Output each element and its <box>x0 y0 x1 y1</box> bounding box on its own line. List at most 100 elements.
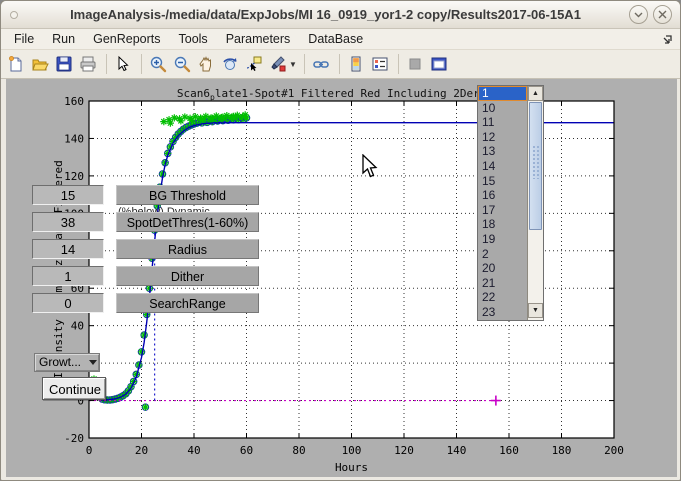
zoom-out-icon <box>173 55 191 73</box>
toolbar: ▼ <box>1 50 680 79</box>
svg-text:160: 160 <box>64 95 84 108</box>
list-item[interactable]: 1 <box>478 86 527 101</box>
list-item[interactable]: 21 <box>478 276 527 291</box>
printer-icon <box>79 55 97 73</box>
list-item[interactable]: 16 <box>478 188 527 203</box>
legend-icon <box>371 55 389 73</box>
svg-text:140: 140 <box>447 444 467 457</box>
searchrange-button[interactable]: SearchRange <box>116 293 259 313</box>
pointer-tool-button[interactable] <box>112 52 136 76</box>
svg-text:120: 120 <box>64 170 84 183</box>
scrollbar-thumb[interactable] <box>529 102 542 230</box>
dither-input[interactable] <box>32 266 104 286</box>
menu-file[interactable]: File <box>5 30 43 48</box>
radius-input[interactable] <box>32 239 104 259</box>
list-item[interactable]: 19 <box>478 232 527 247</box>
pan-tool-button[interactable] <box>195 52 219 76</box>
zoom-in-icon <box>149 55 167 73</box>
menubar: File Run GenReports Tools Parameters Dat… <box>1 29 680 50</box>
new-file-icon <box>7 55 25 73</box>
continue-button[interactable]: Continue <box>42 377 106 400</box>
svg-text:180: 180 <box>552 444 572 457</box>
dock-figure-button[interactable] <box>428 52 452 76</box>
list-item[interactable]: 12 <box>478 130 527 145</box>
toolbar-separator <box>106 54 107 74</box>
svg-text:-20: -20 <box>64 432 84 445</box>
svg-text:60: 60 <box>240 444 253 457</box>
menu-parameters[interactable]: Parameters <box>217 30 300 48</box>
app-window: ImageAnalysis-/media/data/ExpJobs/MI 16_… <box>0 0 681 481</box>
menu-undock-arrow[interactable] <box>662 33 674 45</box>
toolbar-separator <box>339 54 340 74</box>
list-item[interactable]: 17 <box>478 203 527 218</box>
window-icon <box>10 11 18 19</box>
list-item[interactable]: 15 <box>478 174 527 189</box>
growth-mode-dropdown[interactable]: Growt... <box>34 353 100 372</box>
close-button[interactable] <box>653 5 672 24</box>
dither-button[interactable]: Dither <box>116 266 259 286</box>
spotdetthres-button[interactable]: SpotDetThres(1-60%) <box>116 212 259 232</box>
open-file-button[interactable] <box>29 52 53 76</box>
bg-threshold-input[interactable] <box>32 185 104 205</box>
minimize-button[interactable] <box>629 5 648 24</box>
spotdetthres-input[interactable] <box>32 212 104 232</box>
zoom-in-button[interactable] <box>147 52 171 76</box>
menu-database[interactable]: DataBase <box>299 30 372 48</box>
link-plots-button[interactable] <box>310 52 334 76</box>
list-item[interactable]: 22 <box>478 290 527 305</box>
data-cursor-button[interactable] <box>243 52 267 76</box>
menu-tools[interactable]: Tools <box>170 30 217 48</box>
link-icon <box>312 55 330 73</box>
mouse-cursor-icon <box>361 154 379 180</box>
list-item[interactable]: 2 <box>478 247 527 262</box>
growth-mode-label: Growt... <box>39 355 81 369</box>
svg-text:120: 120 <box>394 444 414 457</box>
growth-curve-plot[interactable]: 020406080100120140160180200-200204060801… <box>6 79 677 477</box>
print-figure-button[interactable] <box>77 52 101 76</box>
menu-run[interactable]: Run <box>43 30 84 48</box>
svg-text:Hours: Hours <box>335 461 368 474</box>
colorbar-icon <box>347 55 365 73</box>
zoom-out-button[interactable] <box>171 52 195 76</box>
datatip-icon <box>245 55 263 73</box>
save-figure-button[interactable] <box>53 52 77 76</box>
dropdown-scrollbar[interactable]: ▲ ▼ <box>527 86 543 320</box>
titlebar: ImageAnalysis-/media/data/ExpJobs/MI 16_… <box>1 1 680 29</box>
svg-text:160: 160 <box>499 444 519 457</box>
rotate-3d-button[interactable] <box>219 52 243 76</box>
hand-icon <box>197 55 215 73</box>
pointer-icon <box>114 55 132 73</box>
new-file-button[interactable] <box>5 52 29 76</box>
menu-genreports[interactable]: GenReports <box>84 30 169 48</box>
list-item[interactable]: 11 <box>478 115 527 130</box>
bg-threshold-button[interactable]: BG Threshold <box>116 185 259 205</box>
svg-text:20: 20 <box>135 444 148 457</box>
radius-button[interactable]: Radius <box>116 239 259 259</box>
list-item[interactable]: 20 <box>478 261 527 276</box>
insert-colorbar-button[interactable] <box>345 52 369 76</box>
figure-canvas: 020406080100120140160180200-200204060801… <box>6 79 677 477</box>
svg-text:40: 40 <box>187 444 200 457</box>
list-item[interactable]: 14 <box>478 159 527 174</box>
save-icon <box>55 55 73 73</box>
list-item[interactable]: 23 <box>478 305 527 320</box>
svg-text:40: 40 <box>71 320 84 333</box>
chevron-down-icon <box>89 360 97 365</box>
list-item[interactable]: 10 <box>478 101 527 116</box>
window-title: ImageAnalysis-/media/data/ExpJobs/MI 16_… <box>41 1 610 29</box>
svg-text:140: 140 <box>64 132 84 145</box>
insert-legend-button[interactable] <box>369 52 393 76</box>
list-item[interactable]: 13 <box>478 144 527 159</box>
searchrange-input[interactable] <box>32 293 104 313</box>
close-icon <box>658 10 667 19</box>
toolbar-separator <box>141 54 142 74</box>
scroll-up-icon[interactable]: ▲ <box>528 86 543 101</box>
list-item[interactable]: 18 <box>478 217 527 232</box>
scroll-down-icon[interactable]: ▼ <box>528 303 543 318</box>
open-folder-icon <box>31 55 49 73</box>
brush-dropdown-arrow-icon[interactable]: ▼ <box>289 60 297 69</box>
svg-text:80: 80 <box>292 444 305 457</box>
brush-data-button[interactable] <box>267 52 291 76</box>
hide-plot-tools-button[interactable] <box>404 52 428 76</box>
svg-text:200: 200 <box>604 444 624 457</box>
